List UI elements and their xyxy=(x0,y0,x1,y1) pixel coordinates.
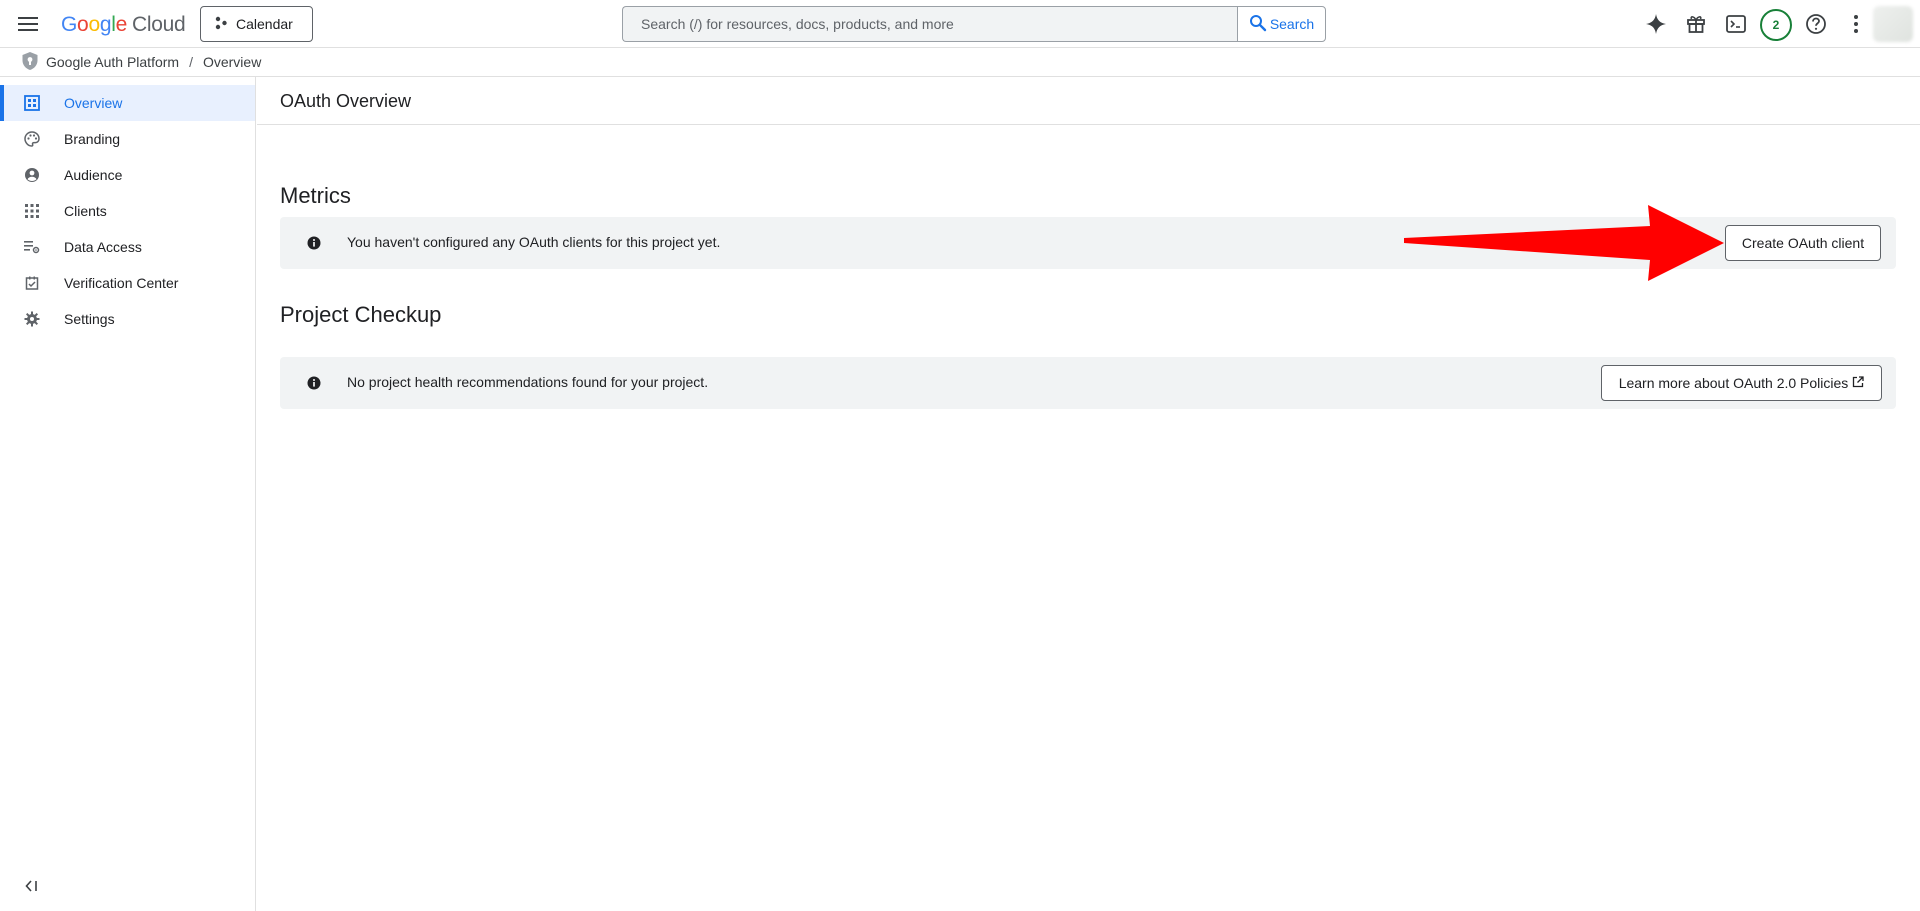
palette-icon xyxy=(23,130,41,148)
sidebar-item-label: Audience xyxy=(64,167,123,183)
account-avatar[interactable] xyxy=(1873,6,1913,42)
sidebar-item-settings[interactable]: Settings xyxy=(0,301,255,337)
info-icon xyxy=(306,375,322,391)
breadcrumb-current: Overview xyxy=(202,54,262,70)
sidebar-item-verification-center[interactable]: Verification Center xyxy=(0,265,255,301)
metrics-heading: Metrics xyxy=(280,183,351,208)
sidebar-item-label: Data Access xyxy=(64,239,142,255)
sidebar-item-clients[interactable]: Clients xyxy=(0,193,255,229)
checkup-message: No project health recommendations found … xyxy=(347,374,709,390)
project-name: Calendar xyxy=(236,16,293,32)
sidebar-item-overview[interactable]: Overview xyxy=(0,85,255,121)
verification-icon xyxy=(23,274,41,292)
main-menu-icon[interactable] xyxy=(16,12,40,36)
breadcrumb: Google Auth Platform / Overview xyxy=(0,48,1920,77)
search-box xyxy=(622,6,1238,42)
account-circle-icon xyxy=(23,166,41,184)
learn-more-label: Learn more about OAuth 2.0 Policies xyxy=(1618,375,1849,391)
sidebar-item-branding[interactable]: Branding xyxy=(0,121,255,157)
sidebar-item-label: Verification Center xyxy=(64,275,179,291)
project-checkup-heading: Project Checkup xyxy=(280,302,442,327)
page-title-bar: OAuth Overview xyxy=(257,77,1920,125)
external-link-icon xyxy=(1852,375,1864,391)
gear-icon xyxy=(23,310,41,328)
sidebar-nav: Overview Branding Audience Clients Data … xyxy=(0,77,256,911)
data-access-icon xyxy=(23,238,41,256)
gift-icon[interactable] xyxy=(1682,10,1710,38)
create-oauth-client-button[interactable]: Create OAuth client xyxy=(1725,225,1881,261)
top-bar: GoogleCloud Calendar Search 2 xyxy=(0,0,1920,48)
search-input[interactable] xyxy=(641,16,1238,32)
annotation-arrow xyxy=(1404,205,1724,281)
breadcrumb-separator: / xyxy=(189,54,193,70)
sidebar-item-audience[interactable]: Audience xyxy=(0,157,255,193)
info-icon xyxy=(306,235,322,251)
notifications-badge[interactable]: 2 xyxy=(1760,9,1792,41)
project-nodes-icon xyxy=(214,16,228,33)
auth-platform-shield-icon xyxy=(21,51,39,74)
breadcrumb-parent-link[interactable]: Google Auth Platform xyxy=(46,54,179,70)
terminal-icon[interactable] xyxy=(1722,10,1750,38)
metrics-message: You haven't configured any OAuth clients… xyxy=(347,234,721,250)
page-title: OAuth Overview xyxy=(280,91,412,111)
google-cloud-logo[interactable]: Google Cloud xyxy=(61,13,186,37)
sidebar-item-label: Settings xyxy=(64,311,115,327)
more-vert-icon[interactable] xyxy=(1842,10,1870,38)
sidebar-item-label: Branding xyxy=(64,131,121,147)
apps-grid-icon xyxy=(23,202,41,220)
dashboard-icon xyxy=(23,94,41,112)
sidebar-item-label: Clients xyxy=(64,203,107,219)
search-button[interactable]: Search xyxy=(1237,6,1326,42)
learn-more-oauth-policies-button[interactable]: Learn more about OAuth 2.0 Policies xyxy=(1601,365,1882,401)
collapse-sidebar-icon[interactable] xyxy=(22,876,42,896)
project-picker-button[interactable]: Calendar xyxy=(200,6,313,42)
search-button-label: Search xyxy=(1269,16,1315,32)
metrics-info-panel: You haven't configured any OAuth clients… xyxy=(280,217,1896,269)
help-icon[interactable] xyxy=(1802,10,1830,38)
sidebar-item-data-access[interactable]: Data Access xyxy=(0,229,255,265)
gemini-sparkle-icon[interactable] xyxy=(1642,10,1670,38)
search-icon xyxy=(1249,14,1267,35)
sidebar-item-label: Overview xyxy=(64,95,123,111)
checkup-info-panel: No project health recommendations found … xyxy=(280,357,1896,409)
